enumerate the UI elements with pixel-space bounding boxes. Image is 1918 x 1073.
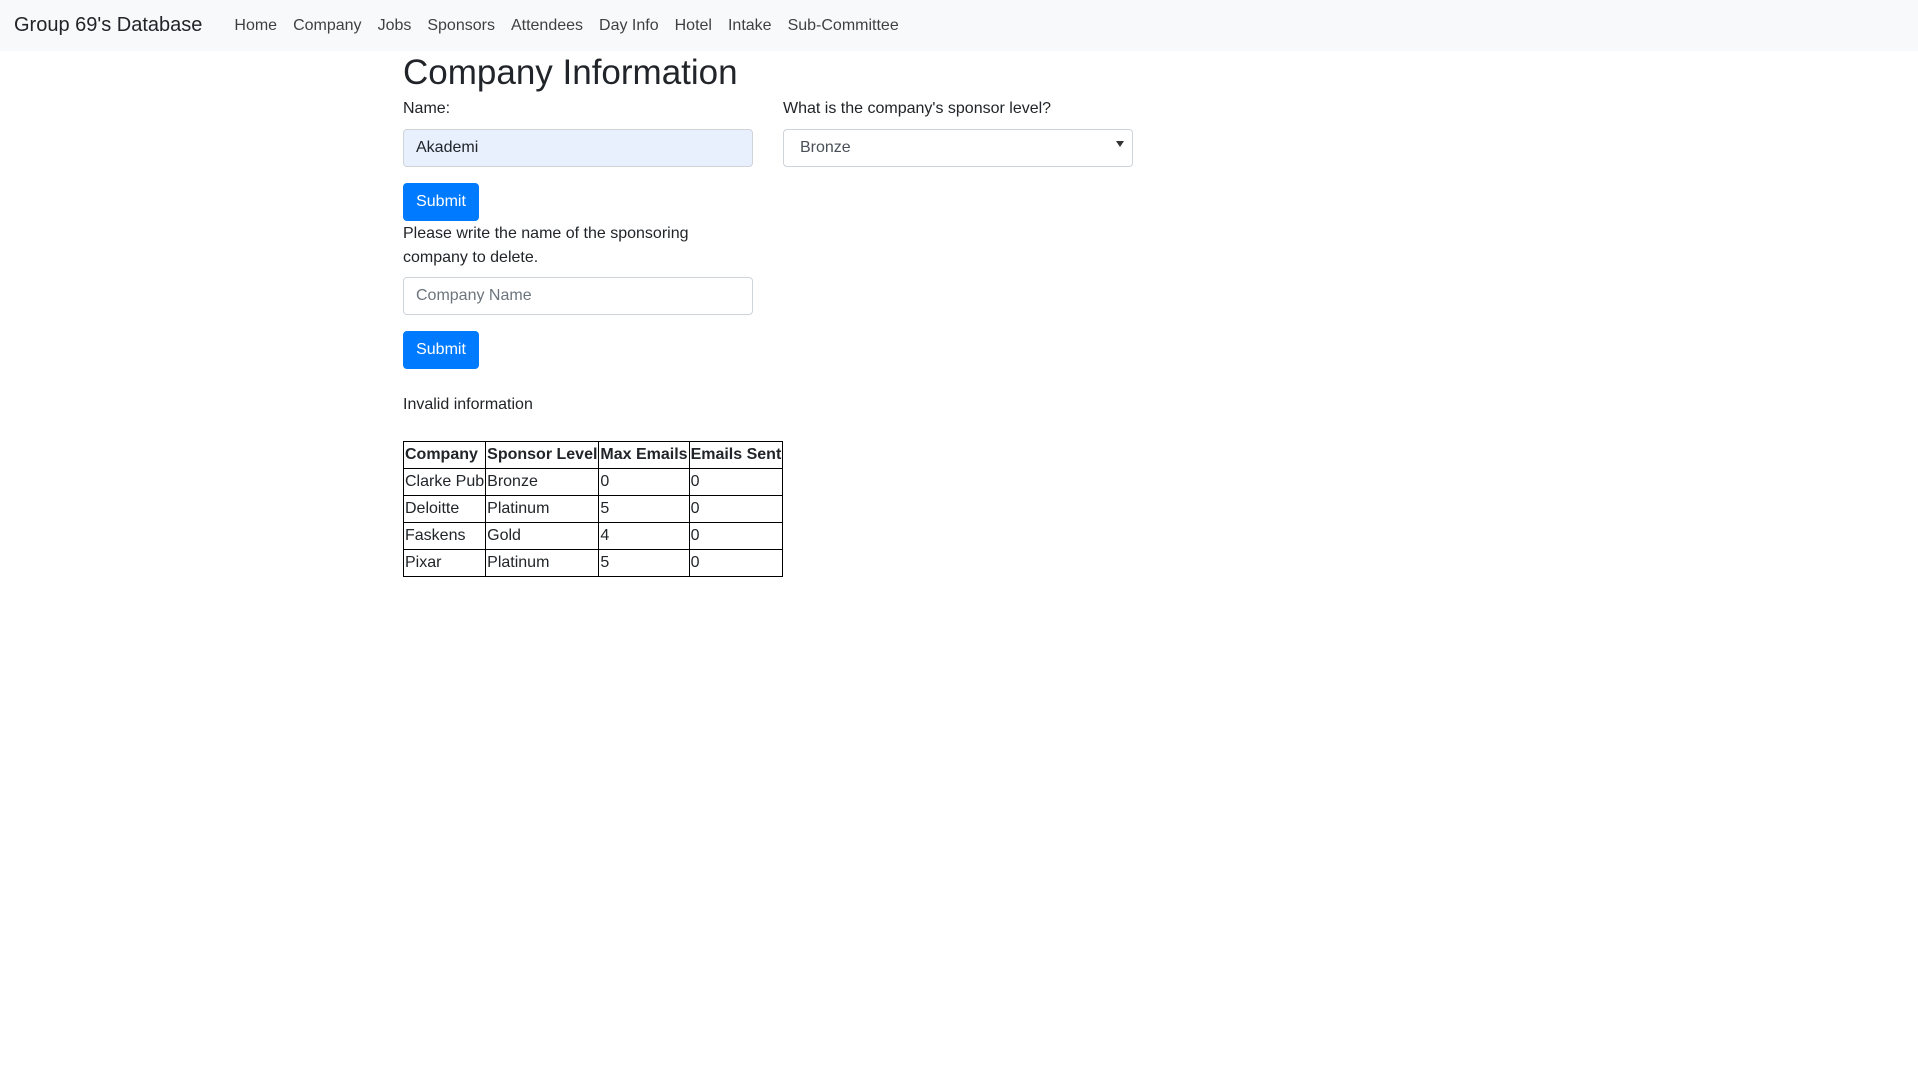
nav-link-home[interactable]: Home [226,17,285,35]
delete-prompt: Please write the name of the sponsoring … [403,225,689,266]
cell-max-emails: 0 [598,468,690,496]
table-row: Clarke Pub Bronze 0 0 [402,468,784,496]
cell-emails-sent: 0 [688,468,784,496]
add-company-submit-button[interactable]: Submit [403,183,479,221]
cell-sponsor-level: Platinum [485,495,600,523]
cell-max-emails: 4 [598,522,690,550]
delete-company-input[interactable] [403,277,753,315]
navbar-brand[interactable]: Group 69's Database [14,14,202,37]
companies-table: Company Sponsor Level Max Emails Emails … [402,441,784,577]
table-row: Deloitte Platinum 5 0 [402,495,784,523]
nav-link-hotel[interactable]: Hotel [667,17,720,35]
page-title: Company Information [403,53,738,92]
name-label: Name: [403,100,451,117]
delete-company-submit-button[interactable]: Submit [403,331,479,369]
column-header-company: Company [402,441,487,469]
nav-link-intake[interactable]: Intake [720,17,780,35]
company-name-input[interactable] [403,129,753,167]
cell-sponsor-level: Platinum [485,549,600,577]
cell-max-emails: 5 [598,549,690,577]
column-header-sponsor-level: Sponsor Level [485,441,600,469]
sponsor-level-select[interactable]: Bronze [783,129,1133,167]
cell-emails-sent: 0 [688,495,784,523]
navbar: Group 69's Database Home Company Jobs Sp… [0,0,1918,51]
cell-company: Faskens [402,522,487,550]
table-row: Pixar Platinum 5 0 [402,549,784,577]
nav-link-sub-committee[interactable]: Sub-Committee [780,17,907,35]
nav-link-attendees[interactable]: Attendees [503,17,591,35]
nav-link-sponsors[interactable]: Sponsors [419,17,503,35]
column-header-emails-sent: Emails Sent [688,441,784,469]
status-message: Invalid information [403,396,533,413]
cell-sponsor-level: Gold [485,522,600,550]
table-header-row: Company Sponsor Level Max Emails Emails … [402,441,784,469]
nav-link-day-info[interactable]: Day Info [591,17,667,35]
nav-link-jobs[interactable]: Jobs [370,17,420,35]
cell-emails-sent: 0 [688,549,784,577]
column-header-max-emails: Max Emails [598,441,690,469]
cell-emails-sent: 0 [688,522,784,550]
cell-company: Deloitte [402,495,487,523]
cell-company: Pixar [402,549,487,577]
chevron-down-icon [1116,141,1124,147]
sponsor-level-label: What is the company's sponsor level? [783,100,1052,117]
table-row: Faskens Gold 4 0 [402,522,784,550]
cell-max-emails: 5 [598,495,690,523]
sponsor-level-selected: Bronze [800,139,851,156]
nav-links: Home Company Jobs Sponsors Attendees Day… [226,17,906,35]
nav-link-company[interactable]: Company [285,17,369,35]
cell-company: Clarke Pub [402,468,487,496]
cell-sponsor-level: Bronze [485,468,600,496]
